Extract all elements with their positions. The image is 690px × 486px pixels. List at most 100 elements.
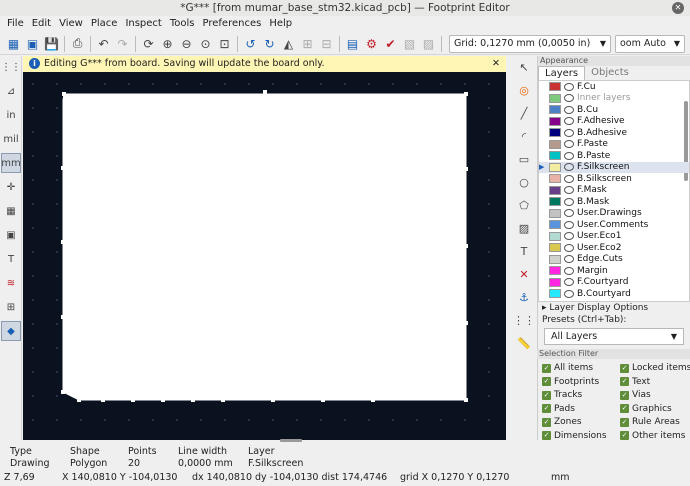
visibility-eye-icon[interactable] xyxy=(564,255,574,264)
filter-checkbox[interactable]: ✓ Zones xyxy=(542,416,620,429)
visibility-eye-icon[interactable] xyxy=(564,105,574,114)
footprint-properties-icon[interactable]: ▤ xyxy=(343,34,362,53)
layer-row[interactable]: Edge.Cuts xyxy=(539,254,689,266)
checkbox-checked-icon[interactable]: ✓ xyxy=(542,363,551,373)
status-splitter[interactable] xyxy=(280,439,302,442)
redo-icon[interactable]: ↷ xyxy=(113,34,132,53)
filter-checkbox[interactable]: ✓ Dimensions xyxy=(542,430,620,443)
menu-place[interactable]: Place xyxy=(87,16,122,32)
layer-row[interactable]: F.Cu xyxy=(539,81,689,93)
save-to-board-icon[interactable]: ▣ xyxy=(23,34,42,53)
millimeters-icon[interactable]: mm xyxy=(1,153,21,173)
vertex-handle[interactable] xyxy=(191,398,195,402)
line-tool-icon[interactable]: ╱ xyxy=(514,103,534,123)
grid-select[interactable]: Grid: 0,1270 mm (0,0050 in) ▼ xyxy=(449,34,611,53)
rect-tool-icon[interactable]: ▭ xyxy=(514,149,534,169)
measure-icon[interactable]: 📏 xyxy=(514,333,534,353)
vertex-handle[interactable] xyxy=(77,398,81,402)
layer-color-swatch[interactable] xyxy=(549,116,561,126)
filter-checkbox[interactable]: ✓ Text xyxy=(620,376,690,389)
checkbox-checked-icon[interactable]: ✓ xyxy=(620,377,629,387)
polar-coords-icon[interactable]: ⊿ xyxy=(1,81,21,101)
layer-color-swatch[interactable] xyxy=(549,243,561,253)
checkbox-checked-icon[interactable]: ✓ xyxy=(542,377,551,387)
zoom-in-icon[interactable]: ⊕ xyxy=(158,34,177,53)
close-window-icon[interactable]: ✕ xyxy=(672,2,684,14)
layer-color-swatch[interactable] xyxy=(549,82,561,92)
graphic-outline-icon[interactable]: T xyxy=(1,249,21,269)
menu-view[interactable]: View xyxy=(55,16,87,32)
visibility-eye-icon[interactable] xyxy=(564,197,574,206)
vertex-handle[interactable] xyxy=(131,398,135,402)
visibility-eye-icon[interactable] xyxy=(564,289,574,298)
mils-icon[interactable]: mil xyxy=(1,129,21,149)
layer-color-swatch[interactable] xyxy=(549,220,561,230)
layer-color-swatch[interactable] xyxy=(549,185,561,195)
layer-row[interactable]: User.Drawings xyxy=(539,208,689,220)
visibility-eye-icon[interactable] xyxy=(564,163,574,172)
vertex-handle[interactable] xyxy=(221,398,225,402)
vertex-handle[interactable] xyxy=(271,398,275,402)
tab-objects[interactable]: Objects xyxy=(585,66,635,80)
visibility-eye-icon[interactable] xyxy=(564,209,574,218)
print-icon[interactable]: ⎙ xyxy=(68,34,87,53)
save-icon[interactable]: 💾 xyxy=(42,34,61,53)
zone-tool-icon[interactable]: ▨ xyxy=(514,218,534,238)
visibility-eye-icon[interactable] xyxy=(564,94,574,103)
layer-row[interactable]: B.Courtyard xyxy=(539,288,689,300)
new-footprint-icon[interactable]: ▦ xyxy=(4,34,23,53)
filter-checkbox[interactable]: ✓ Graphics xyxy=(620,403,690,416)
visibility-eye-icon[interactable] xyxy=(564,140,574,149)
menu-tools[interactable]: Tools xyxy=(166,16,199,32)
mirror-icon[interactable]: ◭ xyxy=(279,34,298,53)
filter-checkbox[interactable]: ✓ Footprints xyxy=(542,376,620,389)
filter-checkbox[interactable]: ✓ Tracks xyxy=(542,389,620,402)
layer-row[interactable]: User.Eco1 xyxy=(539,231,689,243)
menu-help[interactable]: Help xyxy=(265,16,296,32)
layer-color-swatch[interactable] xyxy=(549,174,561,184)
checkbox-checked-icon[interactable]: ✓ xyxy=(620,404,629,414)
filter-checkbox[interactable]: ✓ Vias xyxy=(620,389,690,402)
visibility-eye-icon[interactable] xyxy=(564,174,574,183)
tree-icon[interactable]: ⊞ xyxy=(1,297,21,317)
layer-color-swatch[interactable] xyxy=(549,254,561,264)
layer-row[interactable]: B.Adhesive xyxy=(539,127,689,139)
vertex-handle[interactable] xyxy=(61,315,65,319)
layer-color-swatch[interactable] xyxy=(549,162,561,172)
refresh-icon[interactable]: ⟳ xyxy=(139,34,158,53)
layer-row[interactable]: F.Mask xyxy=(539,185,689,197)
visibility-eye-icon[interactable] xyxy=(564,243,574,252)
checkbox-checked-icon[interactable]: ✓ xyxy=(542,404,551,414)
visibility-eye-icon[interactable] xyxy=(564,128,574,137)
layer-row[interactable]: User.Eco2 xyxy=(539,242,689,254)
zoom-area-icon[interactable]: ⊡ xyxy=(215,34,234,53)
layers-manager-icon[interactable]: ◆ xyxy=(1,321,21,341)
layer-color-swatch[interactable] xyxy=(549,289,561,299)
ungroup-icon[interactable]: ⊟ xyxy=(317,34,336,53)
zoom-out-icon[interactable]: ⊖ xyxy=(177,34,196,53)
layer-display-options[interactable]: ▸ Layer Display Options xyxy=(538,302,690,314)
layer-row[interactable]: B.Mask xyxy=(539,196,689,208)
layer-row[interactable]: B.Silkscreen xyxy=(539,173,689,185)
layer-row[interactable]: B.Cu xyxy=(539,104,689,116)
layer-color-swatch[interactable] xyxy=(549,197,561,207)
delete-tool-icon[interactable]: ✕ xyxy=(514,264,534,284)
visibility-eye-icon[interactable] xyxy=(564,186,574,195)
layer-row[interactable]: B.Paste xyxy=(539,150,689,162)
layer-color-swatch[interactable] xyxy=(549,139,561,149)
presets-select[interactable]: All Layers ▼ xyxy=(544,328,684,345)
silkscreen-polygon[interactable] xyxy=(62,93,467,401)
text-tool-icon[interactable]: T xyxy=(514,241,534,261)
vertex-handle[interactable] xyxy=(263,90,267,94)
pad-tool-icon[interactable]: ◎ xyxy=(514,80,534,100)
layer-color-swatch[interactable] xyxy=(549,93,561,103)
close-infobar-icon[interactable]: ✕ xyxy=(492,56,500,72)
vertex-handle[interactable] xyxy=(464,244,468,248)
checkbox-checked-icon[interactable]: ✓ xyxy=(542,417,551,427)
vertex-handle[interactable] xyxy=(161,398,165,402)
menu-preferences[interactable]: Preferences xyxy=(199,16,266,32)
rotate-cw-icon[interactable]: ↻ xyxy=(260,34,279,53)
circle-tool-icon[interactable]: ○ xyxy=(514,172,534,192)
layer-row[interactable]: F.Courtyard xyxy=(539,277,689,289)
vertex-handle[interactable] xyxy=(61,390,65,394)
